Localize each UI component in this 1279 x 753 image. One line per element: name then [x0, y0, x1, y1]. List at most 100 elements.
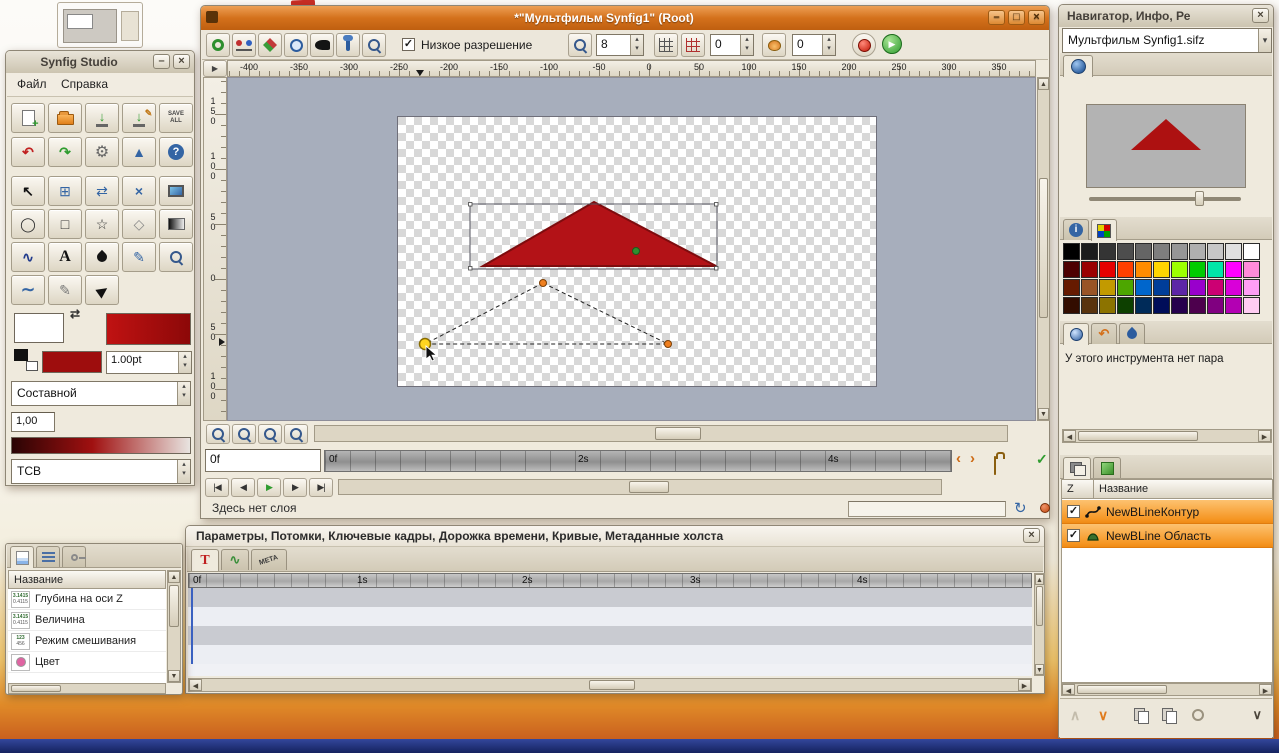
- tab-params[interactable]: T: [191, 549, 219, 571]
- palette-swatch[interactable]: [1135, 279, 1152, 296]
- selection-corner-handle[interactable]: [468, 266, 473, 271]
- move-handles-button[interactable]: [258, 33, 282, 57]
- opacity-field[interactable]: 1,00: [11, 412, 55, 432]
- tab-parameters[interactable]: [10, 546, 34, 568]
- scale-tool-button[interactable]: ×: [122, 176, 156, 206]
- scrollbar-thumb[interactable]: [169, 585, 179, 627]
- palette-swatch[interactable]: [1117, 297, 1134, 314]
- time-cursor[interactable]: [191, 588, 193, 664]
- tab-tool-options[interactable]: [1063, 323, 1089, 345]
- param-row[interactable]: 3.1415 0.4115 Величина: [8, 610, 166, 631]
- canvas-vertical-scrollbar[interactable]: ▲ ▼: [1037, 77, 1050, 421]
- timebar-right-arrow[interactable]: ›: [970, 450, 975, 467]
- gradient-preview[interactable]: [11, 437, 191, 454]
- default-colors-button[interactable]: [14, 349, 38, 371]
- tab-curves[interactable]: ∿: [221, 549, 249, 570]
- palette-swatch[interactable]: [1171, 261, 1188, 278]
- palette-swatch[interactable]: [1099, 279, 1116, 296]
- zoom-tool-button[interactable]: [159, 242, 193, 272]
- origin-handle[interactable]: [632, 247, 640, 255]
- palette-swatch[interactable]: [1189, 243, 1206, 260]
- file-selector-arrow[interactable]: ▾: [1258, 29, 1271, 52]
- param-horizontal-scrollbar[interactable]: [8, 683, 166, 694]
- save-button[interactable]: ↓: [85, 103, 119, 133]
- layer-name-header[interactable]: Название: [1093, 479, 1273, 499]
- palette-swatch[interactable]: [1063, 297, 1080, 314]
- spin-up-icon[interactable]: ▴: [741, 35, 753, 44]
- palette-swatch[interactable]: [1153, 297, 1170, 314]
- spin-up-icon[interactable]: ▴: [179, 352, 191, 361]
- palette-swatch[interactable]: [1225, 297, 1242, 314]
- palette-swatch[interactable]: [1225, 279, 1242, 296]
- params-titlebar[interactable]: Параметры, Потомки, Ключевые кадры, Доро…: [186, 526, 1044, 547]
- tab-meta[interactable]: META: [251, 549, 287, 570]
- settings-button[interactable]: ⚙: [85, 137, 119, 167]
- grid-snap-button[interactable]: [681, 33, 705, 57]
- palette-swatch[interactable]: [1063, 243, 1080, 260]
- text-tool-button[interactable]: A: [48, 242, 82, 272]
- spin-up-icon[interactable]: ▴: [823, 35, 835, 44]
- quality-zoom-button[interactable]: [568, 33, 592, 57]
- undo-button[interactable]: ↶: [11, 137, 45, 167]
- palette-swatch[interactable]: [1171, 297, 1188, 314]
- palette-swatch[interactable]: [1081, 261, 1098, 278]
- palette-swatch[interactable]: [1243, 279, 1260, 296]
- render-play-button[interactable]: ▶: [882, 34, 902, 54]
- outline-color-swatch[interactable]: [14, 313, 64, 343]
- zoom-out-button[interactable]: [206, 424, 230, 444]
- tab-palette[interactable]: [1091, 219, 1117, 241]
- spline-vertex-handle[interactable]: [664, 340, 672, 348]
- layer-checkbox[interactable]: ✓: [1067, 529, 1080, 542]
- scroll-down-icon[interactable]: ▼: [168, 670, 180, 682]
- new-file-button[interactable]: +: [11, 103, 45, 133]
- palette-swatch[interactable]: [1171, 243, 1188, 260]
- tab-layers[interactable]: [1063, 457, 1091, 479]
- save-all-button[interactable]: SAVE ALL: [159, 103, 193, 133]
- save-as-button[interactable]: ↓ ✎: [122, 103, 156, 133]
- palette-swatch[interactable]: [1243, 243, 1260, 260]
- tab-keyframes[interactable]: [62, 546, 86, 567]
- past-onion-spinner[interactable]: 0 ▴ ▾: [710, 34, 754, 56]
- palette-swatch[interactable]: [1207, 243, 1224, 260]
- timetrack-horizontal-scrollbar[interactable]: ◀ ▶: [188, 678, 1032, 692]
- layer-horizontal-scrollbar[interactable]: ◀ ▶: [1061, 683, 1273, 696]
- palette-swatch[interactable]: [1225, 261, 1242, 278]
- canvas-workarea[interactable]: [227, 77, 1036, 421]
- param-vertical-scrollbar[interactable]: ▲ ▼: [167, 570, 181, 683]
- palette-swatch[interactable]: [1189, 279, 1206, 296]
- render-status-icon[interactable]: [1040, 503, 1050, 513]
- scroll-left-icon[interactable]: ◀: [1063, 430, 1076, 442]
- scrollbar-thumb[interactable]: [11, 685, 61, 692]
- palette-swatch[interactable]: [1099, 297, 1116, 314]
- layer-checkbox[interactable]: ✓: [1067, 505, 1080, 518]
- future-onion-spinner[interactable]: 0 ▴ ▾: [792, 34, 836, 56]
- low-res-checkbox[interactable]: ✓: [402, 38, 415, 51]
- circle-tool-button[interactable]: ◯: [11, 209, 45, 239]
- record-button[interactable]: [852, 33, 876, 57]
- scrollbar-thumb[interactable]: [1078, 431, 1198, 441]
- horizontal-ruler[interactable]: -400 -350 -300 -250 -200 -150 -100 -50 0 50 100 150…: [227, 60, 1036, 77]
- palette-swatch[interactable]: [1153, 261, 1170, 278]
- palette-swatch[interactable]: [1063, 261, 1080, 278]
- palette-swatch[interactable]: [1099, 261, 1116, 278]
- current-time-field[interactable]: 0f: [205, 449, 321, 472]
- spin-down-icon[interactable]: ▾: [179, 361, 191, 370]
- palette-swatch[interactable]: [1135, 243, 1152, 260]
- selection-corner-handle[interactable]: [468, 202, 473, 207]
- tab-children[interactable]: [36, 546, 60, 567]
- next-frame-button[interactable]: ▶: [283, 478, 307, 497]
- palette-swatch[interactable]: [1243, 261, 1260, 278]
- scrollbar-thumb[interactable]: [1077, 685, 1167, 694]
- time-toggle-button[interactable]: [284, 33, 308, 57]
- scrollbar-thumb[interactable]: [655, 427, 701, 440]
- scroll-right-icon[interactable]: ▶: [1258, 430, 1271, 442]
- spline-nodes-button[interactable]: [232, 33, 256, 57]
- spline-active-vertex-handle[interactable]: [418, 337, 432, 351]
- brush-size-spinner[interactable]: 1.00pt ▴ ▾: [106, 351, 192, 374]
- seek-end-button[interactable]: ▶|: [309, 478, 333, 497]
- scrollbar-thumb[interactable]: [1039, 178, 1048, 318]
- spline-vertex-handle[interactable]: [539, 279, 547, 287]
- pencil-tool-button[interactable]: ✎: [48, 275, 82, 305]
- timebar-left-arrow[interactable]: ‹: [956, 450, 961, 467]
- help-button[interactable]: ?: [159, 137, 193, 167]
